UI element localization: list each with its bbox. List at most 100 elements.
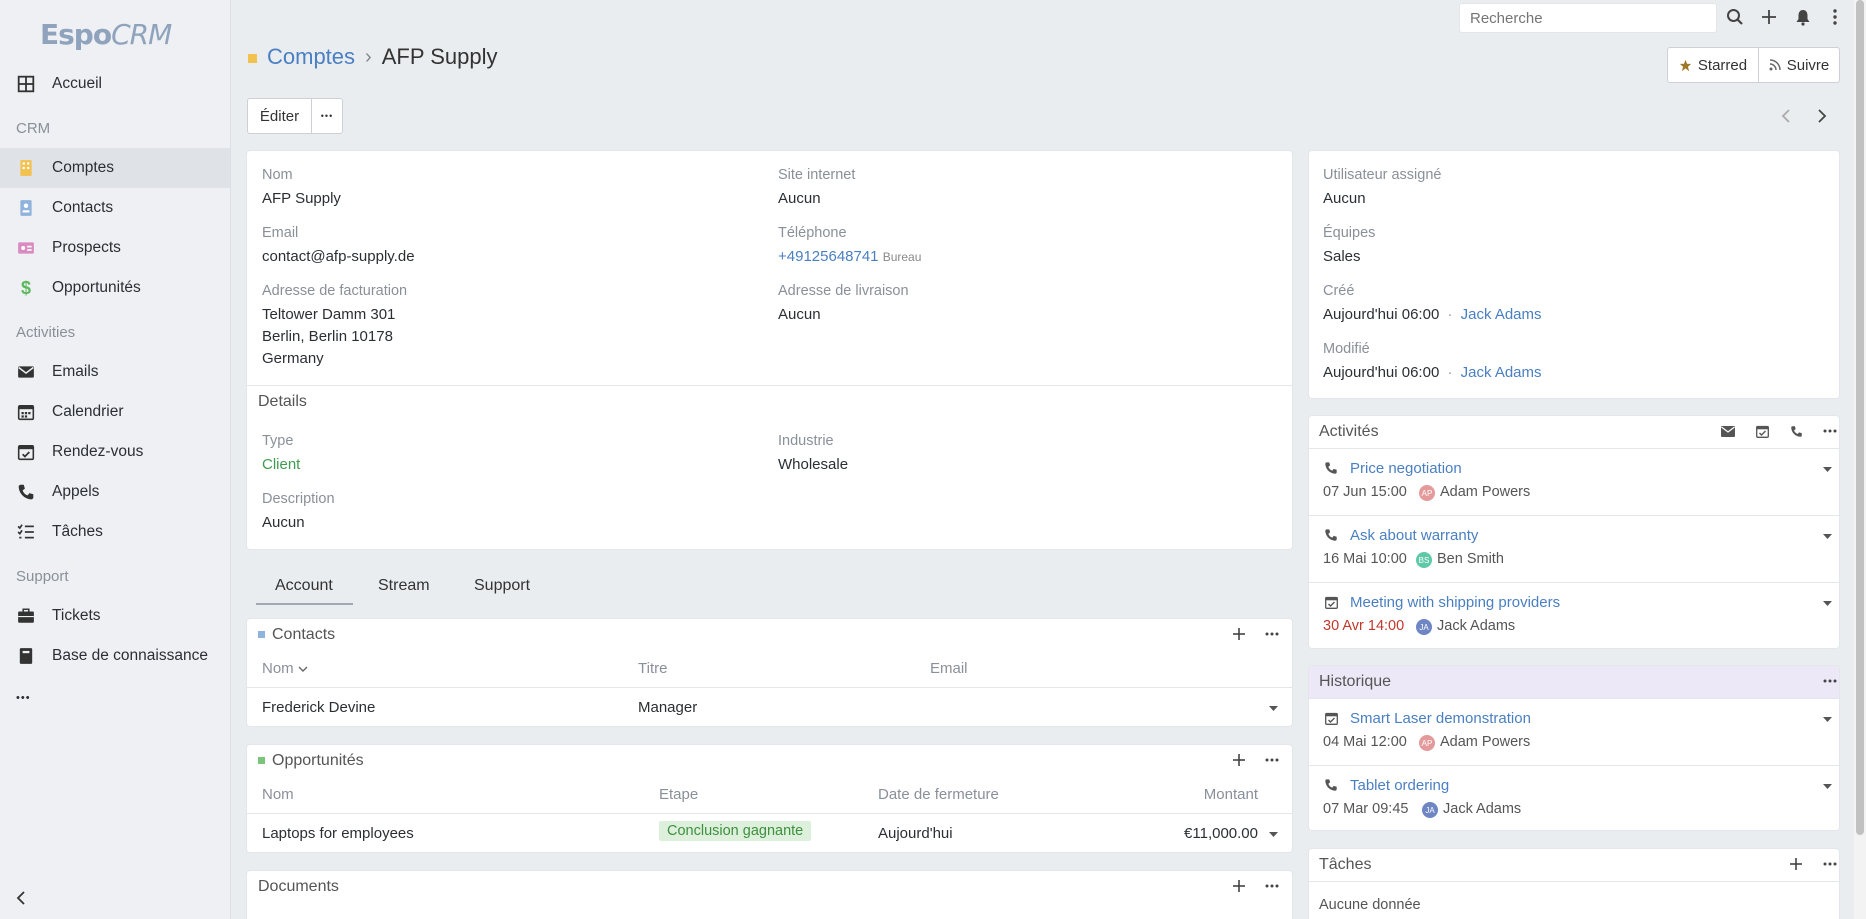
page-title: AFP Supply	[381, 44, 498, 69]
list-divider	[1309, 448, 1839, 449]
activity-title-link[interactable]: Meeting with shipping providers	[1350, 594, 1560, 611]
schedule-meeting-button[interactable]	[1753, 423, 1771, 439]
team-sales-link[interactable]: Sales	[1323, 246, 1361, 268]
nav-group-activities: Activities	[16, 324, 76, 341]
documents-panel-menu-button[interactable]	[1263, 877, 1281, 895]
notifications-button[interactable]	[1792, 6, 1814, 28]
activity-title-link[interactable]: Ask about warranty	[1350, 527, 1478, 544]
plus-icon	[1233, 880, 1245, 892]
add-task-button[interactable]	[1787, 856, 1805, 872]
sidebar-more-button[interactable]: •••	[0, 678, 230, 718]
tab-stream[interactable]: Stream	[378, 577, 430, 595]
follow-button[interactable]: Suivre	[1758, 47, 1840, 83]
sidebar-item-appels[interactable]: Appels	[0, 472, 230, 512]
history-title-link[interactable]: Smart Laser demonstration	[1350, 710, 1531, 727]
opportunities-color-marker	[258, 757, 265, 764]
sidebar-item-rendezvous[interactable]: Rendez-vous	[0, 432, 230, 472]
add-contact-button[interactable]	[1230, 625, 1248, 643]
phone-link[interactable]: +49125648741	[778, 248, 879, 265]
starred-button[interactable]: Starred	[1667, 47, 1759, 83]
modified-value: Aujourd'hui 06:00 · Jack Adams	[1323, 362, 1542, 384]
activity-title-link[interactable]: Price negotiation	[1350, 460, 1462, 477]
nom-value: AFP Supply	[262, 190, 341, 207]
add-opportunity-button[interactable]	[1230, 751, 1248, 769]
caret-down-icon	[1822, 716, 1832, 722]
add-document-button[interactable]	[1230, 877, 1248, 895]
contact-name-link[interactable]: Frederick Devine	[262, 699, 375, 716]
more-dots-icon	[1823, 429, 1837, 433]
activities-panel-menu-button[interactable]	[1821, 423, 1839, 439]
log-call-button[interactable]	[1787, 423, 1805, 439]
nav-group-support: Support	[16, 568, 69, 585]
espocrm-logo[interactable]: EspoCRM	[40, 18, 172, 51]
item-actions-dropdown[interactable]	[1820, 462, 1834, 476]
sidebar-item-knowledge-base[interactable]: Base de connaissance	[0, 636, 230, 676]
tab-account[interactable]: Account	[275, 577, 333, 595]
list-divider	[1309, 765, 1839, 766]
page-scrollbar-thumb[interactable]	[1856, 0, 1864, 835]
sidebar-item-label: Emails	[52, 363, 99, 380]
list-divider	[1309, 698, 1839, 699]
sidebar-item-accueil[interactable]: Accueil	[0, 64, 230, 104]
tasks-panel: Tâches Aucune donnée	[1309, 849, 1839, 919]
history-title-link[interactable]: Tablet ordering	[1350, 777, 1449, 794]
next-record-button[interactable]	[1812, 106, 1832, 126]
history-panel-menu-button[interactable]	[1821, 673, 1839, 689]
sidebar-item-prospects[interactable]: Prospects	[0, 228, 230, 268]
list-divider	[1309, 881, 1839, 882]
column-header-titre: Titre	[638, 660, 668, 677]
shipping-address-value: Aucun	[778, 306, 821, 323]
created-by-link[interactable]: Jack Adams	[1461, 306, 1542, 323]
modified-by-link[interactable]: Jack Adams	[1461, 364, 1542, 381]
phone-icon	[1323, 460, 1339, 476]
sidebar-item-contacts[interactable]: Contacts	[0, 188, 230, 228]
sidebar-item-comptes[interactable]: Comptes	[0, 148, 230, 188]
plus-icon	[1790, 858, 1802, 870]
menu-button[interactable]	[1828, 6, 1842, 28]
opportunities-panel: Opportunités Nom Etape Date de fermeture…	[247, 745, 1292, 852]
star-icon	[1679, 59, 1692, 71]
search-input[interactable]	[1459, 3, 1717, 33]
id-card-icon	[16, 238, 36, 258]
item-actions-dropdown[interactable]	[1820, 529, 1834, 543]
separator-dot: ·	[1447, 364, 1453, 381]
sidebar-item-calendrier[interactable]: Calendrier	[0, 392, 230, 432]
quick-create-button[interactable]	[1758, 6, 1780, 28]
book-icon	[16, 646, 36, 666]
contacts-panel-menu-button[interactable]	[1263, 625, 1281, 643]
item-actions-dropdown[interactable]	[1820, 779, 1834, 793]
tasks-icon	[16, 522, 36, 542]
shipping-address-label: Adresse de livraison	[778, 283, 909, 299]
search-button[interactable]	[1724, 6, 1746, 28]
calendar-check-icon	[16, 442, 36, 462]
sidebar-item-opportunites[interactable]: $ Opportunités	[0, 268, 230, 308]
opportunity-name-link[interactable]: Laptops for employees	[262, 825, 414, 842]
edit-button[interactable]: Éditer	[247, 98, 312, 134]
phone-label: Téléphone	[778, 225, 847, 241]
column-header-email: Email	[930, 660, 968, 677]
section-divider	[247, 385, 1292, 386]
follow-label: Suivre	[1786, 56, 1830, 74]
collapse-sidebar-button[interactable]	[14, 890, 28, 910]
item-actions-dropdown[interactable]	[1820, 712, 1834, 726]
edit-label: Éditer	[259, 107, 300, 125]
sidebar-item-emails[interactable]: Emails	[0, 352, 230, 392]
chevron-right-icon	[1818, 109, 1827, 123]
more-actions-button[interactable]: •••	[311, 98, 343, 134]
sidebar-item-tickets[interactable]: Tickets	[0, 596, 230, 636]
column-header-nom[interactable]: Nom	[262, 660, 308, 677]
plus-icon	[1233, 754, 1245, 766]
sidebar-item-taches[interactable]: Tâches	[0, 512, 230, 552]
row-actions-dropdown[interactable]	[1266, 827, 1280, 841]
breadcrumb-comptes-link[interactable]: Comptes	[267, 44, 355, 70]
tasks-panel-menu-button[interactable]	[1821, 856, 1839, 872]
tasks-panel-title: Tâches	[1319, 856, 1372, 873]
opportunities-panel-menu-button[interactable]	[1263, 751, 1281, 769]
column-header-date-fermeture: Date de fermeture	[878, 786, 999, 803]
item-actions-dropdown[interactable]	[1820, 596, 1834, 610]
email-link[interactable]: contact@afp-supply.de	[262, 246, 415, 268]
compose-email-button[interactable]	[1719, 423, 1737, 439]
row-actions-dropdown[interactable]	[1266, 701, 1280, 715]
tab-support[interactable]: Support	[474, 577, 530, 595]
previous-record-button[interactable]	[1776, 106, 1796, 126]
